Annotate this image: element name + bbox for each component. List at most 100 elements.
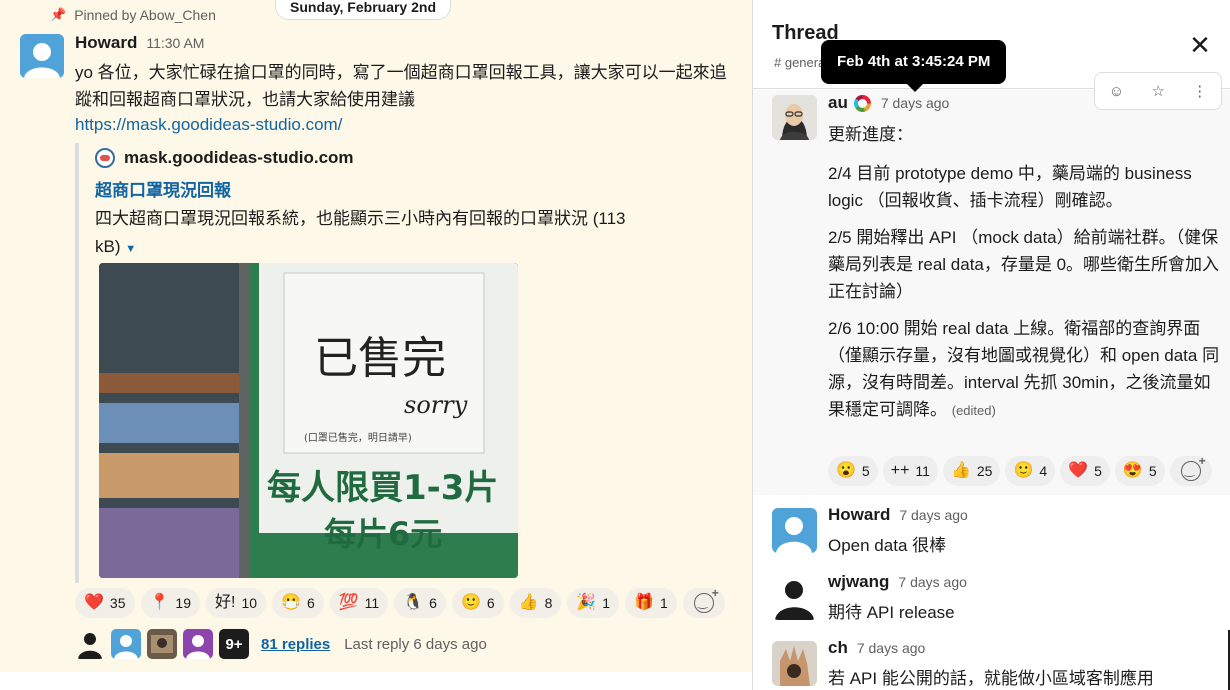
thumbs-up-icon: 👍 [950, 462, 971, 479]
preview-description: 四大超商口罩現況回報系統，也能顯示三小時內有回報的口罩狀況 (113 kB) ▼ [95, 205, 635, 263]
sdg-status-icon[interactable] [853, 94, 871, 112]
edited-label: (edited) [951, 403, 996, 418]
reaction-slightly-smiling[interactable]: 🙂 4 [1005, 456, 1056, 486]
reaction-count: 6 [429, 595, 437, 611]
preview-site: mask.goodideas-studio.com [95, 148, 635, 168]
reaction-count: 10 [241, 595, 258, 611]
default-avatar-icon [183, 629, 213, 659]
message-link[interactable]: https://mask.goodideas-studio.com/ [75, 115, 342, 135]
person-silhouette-icon [772, 575, 817, 620]
reaction-heart[interactable]: ❤️ 5 [1060, 456, 1110, 486]
site-favicon-icon [95, 148, 115, 168]
avatar [75, 629, 105, 659]
default-avatar-icon [111, 629, 141, 659]
hundred-icon: 💯 [338, 594, 359, 611]
reaction-heart-eyes[interactable]: 😍 5 [1114, 456, 1165, 486]
reaction-count: 1 [602, 595, 611, 611]
add-reaction-button[interactable] [1169, 454, 1212, 486]
photo-avatar-icon [772, 95, 817, 140]
message-text: yo 各位，大家忙碌在搶口罩的同時，寫了一個超商口罩回報工具，讓大家可以一起來追… [75, 63, 727, 109]
thread-parent-message: au 7 days ago 更新進度： 2/4 目前 prototype dem… [753, 90, 1230, 495]
avatar [183, 629, 213, 659]
reply-author[interactable]: wjwang [828, 572, 889, 592]
reaction-thumbs-up[interactable]: 👍 8 [509, 588, 562, 618]
avatar[interactable] [772, 508, 817, 553]
message-line: 2/5 開始釋出 API （mock data）給前端社群。（健保藥局列表是 r… [828, 228, 1220, 301]
hushed-face-icon: 😮 [836, 462, 856, 479]
reaction-add-icon[interactable]: ☺ [1109, 83, 1124, 100]
heart-icon: ❤️ [84, 594, 104, 611]
message-line: 更新進度： [828, 125, 913, 144]
message-line-text: 2/6 10:00 開始 real data 上線。衛福部的查詢界面（僅顯示存量… [828, 319, 1220, 419]
reaction-face-mask-globe[interactable]: 😷 6 [272, 588, 324, 618]
sign-sold-out-text: 已售完 [314, 333, 446, 384]
avatar [147, 629, 177, 659]
sign-price-text: 每片6元 [324, 515, 442, 553]
pinned-by-label: Pinned by Abow_Chen [74, 7, 216, 23]
reply-text: Open data 很棒 [828, 536, 947, 555]
reaction-party-hat[interactable]: 🎉 1 [567, 588, 620, 618]
store-sign-photo: 已售完 sorry (口罩已售完，明日請早) 每人限買1-3片 每片6元 [99, 263, 518, 578]
reaction-good-text[interactable]: 好! 10 [206, 588, 267, 618]
add-reaction-button[interactable] [682, 586, 725, 618]
reaction-penguin[interactable]: 🐧 6 [394, 588, 446, 618]
penguin-icon: 🐧 [403, 594, 424, 611]
caret-down-icon[interactable]: ▼ [125, 243, 136, 255]
reply-time[interactable]: 7 days ago [857, 640, 926, 656]
reply-author[interactable]: ch [828, 638, 848, 658]
channel-footer-space [0, 672, 752, 690]
photo-avatar-icon [147, 629, 177, 659]
preview-site-name: mask.goodideas-studio.com [124, 148, 354, 167]
star-icon[interactable]: ☆ [1151, 82, 1164, 100]
reaction-pushpin-red[interactable]: 📍 19 [140, 588, 200, 618]
party-hat-icon: 🎉 [576, 594, 597, 611]
reply-author[interactable]: Howard [828, 505, 890, 525]
reaction-count: 11 [915, 463, 930, 479]
reaction-hundred[interactable]: 💯 11 [329, 588, 389, 618]
reply-time[interactable]: 7 days ago [898, 574, 967, 590]
close-icon[interactable]: ✕ [1187, 32, 1213, 58]
thread-reaction-bar: 😮 5 ++ 11 👍 25 🙂 4 ❤️ 5 😍 5 [828, 454, 1212, 486]
add-reaction-icon [693, 586, 719, 613]
reaction-count: 6 [306, 595, 315, 611]
gift-icon: 🎁 [634, 594, 655, 611]
thumbs-up-icon: 👍 [518, 594, 539, 611]
reaction-plus-plus[interactable]: ++ 11 [882, 456, 938, 486]
link-preview: mask.goodideas-studio.com 超商口罩現況回報 四大超商口… [75, 143, 635, 583]
reaction-count: 19 [175, 595, 191, 611]
message-author[interactable]: Howard [75, 33, 137, 53]
replies-link[interactable]: 81 replies [261, 636, 330, 653]
avatar[interactable] [20, 34, 64, 78]
preview-title[interactable]: 超商口罩現況回報 [95, 176, 635, 201]
parent-message-header: au 7 days ago [828, 93, 949, 113]
date-divider[interactable]: Sunday, February 2nd [275, 0, 451, 20]
preview-image[interactable]: 已售完 sorry (口罩已售完，明日請早) 每人限買1-3片 每片6元 [99, 263, 518, 578]
message-time[interactable]: 7 days ago [881, 95, 950, 111]
reaction-gift[interactable]: 🎁 1 [625, 588, 677, 618]
reaction-count: 25 [976, 463, 993, 479]
photo-avatar-icon [772, 641, 817, 686]
reply-text: 若 API 能公開的話，就能做小區域客制應用 [828, 669, 1154, 688]
thread-summary[interactable]: 9+ 81 replies Last reply 6 days ago [75, 629, 487, 659]
message-time[interactable]: 11:30 AM [146, 35, 204, 51]
more-options-icon[interactable]: ⋮ [1192, 82, 1207, 100]
reaction-slightly-smiling[interactable]: 🙂 6 [451, 588, 504, 618]
message-author[interactable]: au [828, 93, 848, 113]
thread-pane: Thread # general ✕ Feb 4th at 3:45:24 PM… [752, 0, 1230, 690]
slightly-smiling-icon: 🙂 [1013, 462, 1034, 479]
plus-plus-icon: ++ [890, 462, 910, 479]
avatar[interactable] [772, 95, 817, 140]
avatar[interactable] [772, 575, 817, 620]
reply-time[interactable]: 7 days ago [899, 507, 968, 523]
person-silhouette-icon [75, 629, 105, 659]
reaction-count: 5 [1094, 463, 1102, 479]
parent-message-body: 更新進度： 2/4 目前 prototype demo 中，藥局端的 busin… [828, 121, 1220, 434]
reaction-hushed-face[interactable]: 😮 5 [828, 456, 878, 486]
reaction-heart[interactable]: ❤️ 35 [75, 588, 135, 618]
reaction-thumbs-up[interactable]: 👍 25 [942, 456, 1001, 486]
sign-limit-text: 每人限買1-3片 [267, 468, 498, 508]
message-line: 2/4 目前 prototype demo 中，藥局端的 business lo… [828, 164, 1192, 210]
avatar[interactable] [772, 641, 817, 686]
message-line: 2/6 10:00 開始 real data 上線。衛福部的查詢界面（僅顯示存量… [828, 315, 1220, 424]
reaction-count: 8 [544, 595, 553, 611]
